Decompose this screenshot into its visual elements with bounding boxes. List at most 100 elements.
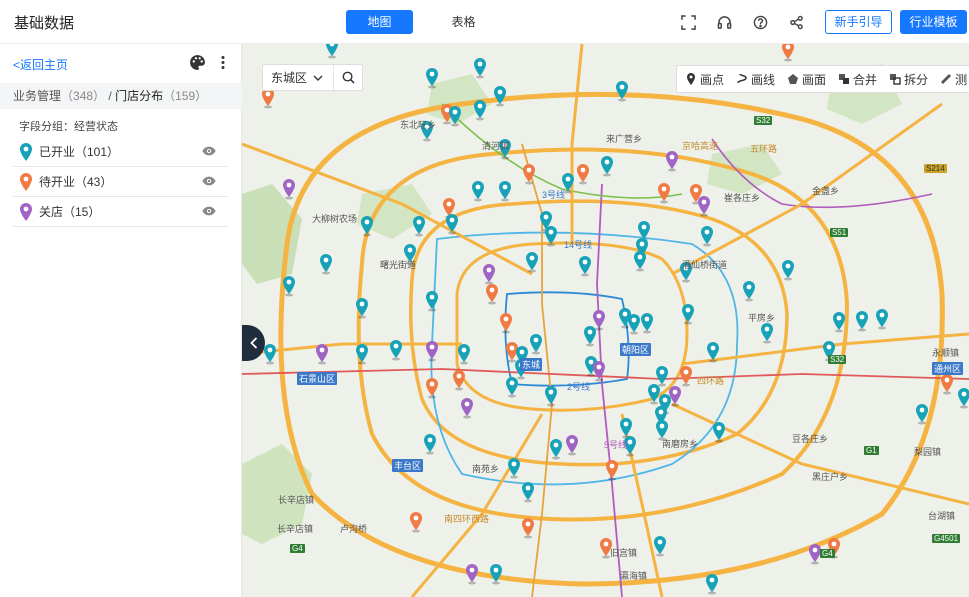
store-pin-icon[interactable] — [566, 435, 578, 456]
store-pin-icon[interactable] — [593, 361, 605, 382]
store-pin-icon[interactable] — [413, 216, 425, 237]
store-pin-icon[interactable] — [458, 344, 470, 365]
store-pin-icon[interactable] — [453, 370, 465, 391]
tab-table[interactable]: 表格 — [430, 10, 497, 34]
store-pin-icon[interactable] — [648, 384, 660, 405]
eye-icon[interactable] — [202, 205, 216, 217]
store-pin-icon[interactable] — [706, 574, 718, 595]
help-icon[interactable] — [750, 12, 770, 32]
store-pin-icon[interactable] — [680, 366, 692, 387]
store-pin-icon[interactable] — [620, 418, 632, 439]
industry-template-button[interactable]: 行业模板 — [900, 10, 967, 34]
store-pin-icon[interactable] — [474, 58, 486, 79]
store-pin-icon[interactable] — [698, 196, 710, 217]
store-pin-icon[interactable] — [461, 398, 473, 419]
store-pin-icon[interactable] — [474, 100, 486, 121]
split-tool[interactable]: 拆分 — [889, 71, 928, 88]
store-pin-icon[interactable] — [669, 386, 681, 407]
store-pin-icon[interactable] — [656, 366, 668, 387]
store-pin-icon[interactable] — [262, 88, 274, 109]
store-pin-icon[interactable] — [499, 181, 511, 202]
eye-icon[interactable] — [202, 145, 216, 157]
store-pin-icon[interactable] — [490, 564, 502, 585]
more-icon[interactable] — [216, 54, 230, 71]
store-pin-icon[interactable] — [761, 323, 773, 344]
store-pin-icon[interactable] — [494, 86, 506, 107]
palette-icon[interactable] — [189, 54, 206, 71]
store-pin-icon[interactable] — [283, 179, 295, 200]
store-pin-icon[interactable] — [466, 564, 478, 585]
store-pin-icon[interactable] — [654, 536, 666, 557]
store-pin-icon[interactable] — [320, 254, 332, 275]
draw-polygon-tool[interactable]: 画面 — [787, 71, 826, 88]
store-pin-icon[interactable] — [628, 314, 640, 335]
store-pin-icon[interactable] — [483, 264, 495, 285]
fullscreen-icon[interactable] — [678, 12, 698, 32]
store-pin-icon[interactable] — [550, 439, 562, 460]
district-select[interactable]: 东城区 — [263, 65, 335, 90]
store-pin-icon[interactable] — [446, 214, 458, 235]
store-pin-icon[interactable] — [833, 312, 845, 333]
status-item-open[interactable]: 已开业（101） — [13, 137, 228, 167]
store-pin-icon[interactable] — [410, 512, 422, 533]
tab-map[interactable]: 地图 — [346, 10, 413, 34]
measure-tool[interactable]: 测 — [940, 71, 967, 88]
store-pin-icon[interactable] — [316, 344, 328, 365]
store-pin-icon[interactable] — [500, 313, 512, 334]
draw-line-tool[interactable]: 画线 — [736, 71, 775, 88]
district-search-button[interactable] — [334, 65, 362, 90]
eye-icon[interactable] — [202, 175, 216, 187]
status-item-closed[interactable]: 关店（15） — [13, 197, 228, 227]
store-pin-icon[interactable] — [522, 482, 534, 503]
store-pin-icon[interactable] — [701, 226, 713, 247]
store-pin-icon[interactable] — [283, 276, 295, 297]
store-pin-icon[interactable] — [641, 313, 653, 334]
store-pin-icon[interactable] — [356, 344, 368, 365]
store-pin-icon[interactable] — [577, 164, 589, 185]
store-pin-icon[interactable] — [876, 309, 888, 330]
store-pin-icon[interactable] — [522, 518, 534, 539]
guide-button[interactable]: 新手引导 — [825, 10, 892, 34]
store-pin-icon[interactable] — [426, 291, 438, 312]
back-home-link[interactable]: <返回主页 — [13, 56, 68, 73]
store-pin-icon[interactable] — [601, 156, 613, 177]
status-item-pending[interactable]: 待开业（43） — [13, 167, 228, 197]
store-pin-icon[interactable] — [530, 334, 542, 355]
merge-tool[interactable]: 合并 — [838, 71, 877, 88]
store-pin-icon[interactable] — [264, 344, 276, 365]
store-pin-icon[interactable] — [508, 458, 520, 479]
store-pin-icon[interactable] — [782, 44, 794, 62]
store-pin-icon[interactable] — [634, 251, 646, 272]
store-pin-icon[interactable] — [856, 311, 868, 332]
store-pin-icon[interactable] — [526, 252, 538, 273]
store-pin-icon[interactable] — [426, 378, 438, 399]
store-pin-icon[interactable] — [743, 281, 755, 302]
store-pin-icon[interactable] — [941, 374, 953, 395]
draw-point-tool[interactable]: 画点 — [685, 71, 724, 88]
store-pin-icon[interactable] — [616, 81, 628, 102]
breadcrumb-root[interactable]: 业务管理 — [13, 89, 61, 103]
store-pin-icon[interactable] — [666, 151, 678, 172]
store-pin-icon[interactable] — [658, 183, 670, 204]
store-pin-icon[interactable] — [682, 304, 694, 325]
store-pin-icon[interactable] — [606, 460, 618, 481]
store-pin-icon[interactable] — [390, 340, 402, 361]
store-pin-icon[interactable] — [593, 310, 605, 331]
store-pin-icon[interactable] — [486, 284, 498, 305]
store-pin-icon[interactable] — [472, 181, 484, 202]
store-pin-icon[interactable] — [424, 434, 436, 455]
store-pin-icon[interactable] — [506, 377, 518, 398]
store-pin-icon[interactable] — [958, 388, 969, 409]
map-pin-icon — [687, 73, 695, 85]
store-pin-icon[interactable] — [584, 326, 596, 347]
store-pin-icon[interactable] — [782, 260, 794, 281]
store-pin-icon[interactable] — [579, 256, 591, 277]
store-pin-icon[interactable] — [361, 216, 373, 237]
store-pin-icon[interactable] — [916, 404, 928, 425]
store-pin-icon[interactable] — [326, 44, 338, 59]
headset-icon[interactable] — [714, 12, 734, 32]
store-pin-icon[interactable] — [545, 386, 557, 407]
map-canvas[interactable]: 东北旺乡 清河镇 来广营乡 崔各庄乡 金盏乡 大柳树农场 酒仙桥街道 曙光街道 … — [242, 44, 969, 597]
share-icon[interactable] — [786, 12, 806, 32]
store-pin-icon[interactable] — [426, 341, 438, 362]
